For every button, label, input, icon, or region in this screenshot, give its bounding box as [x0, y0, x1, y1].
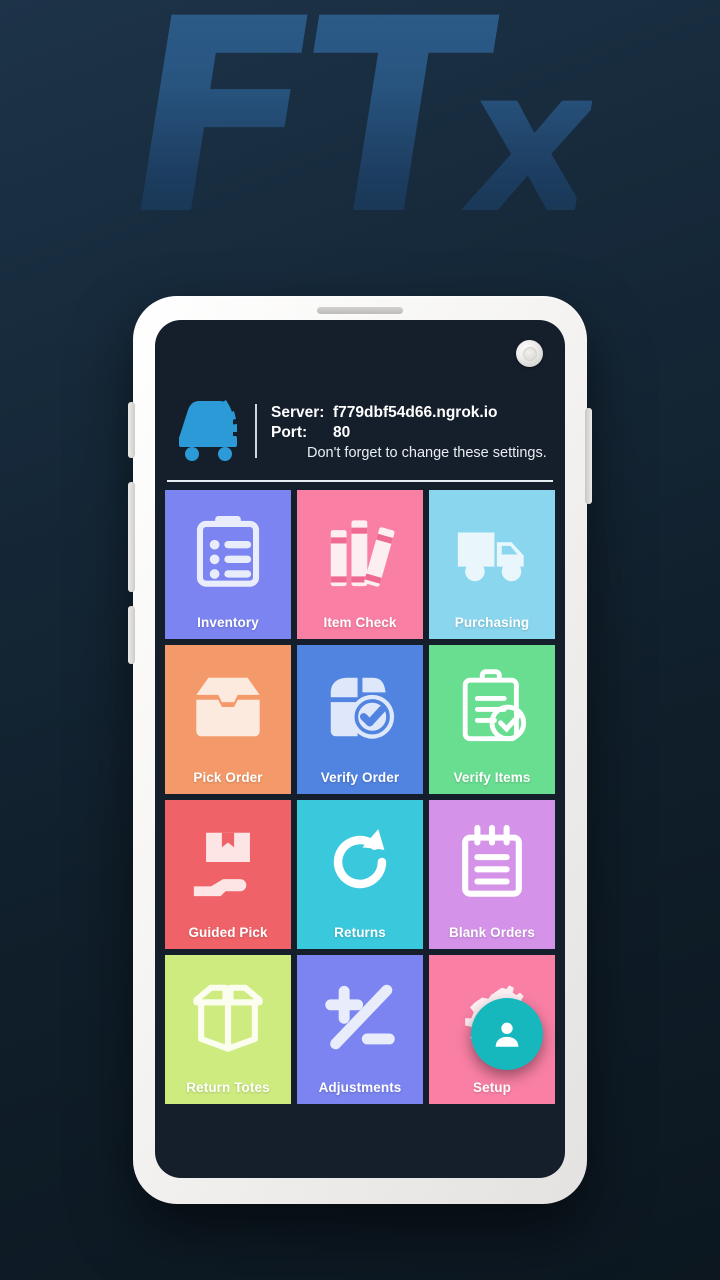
ftx-warehouse-forklift-logo	[169, 398, 251, 464]
open-carton-icon	[165, 955, 291, 1078]
server-value: f779dbf54d66.ngrok.io	[333, 403, 498, 421]
tile-label: Returns	[334, 925, 386, 940]
server-info-block: Server: f779dbf54d66.ngrok.io Port: 80 D…	[271, 401, 551, 462]
front-camera-icon	[516, 340, 543, 367]
notepad-lines-icon	[429, 800, 555, 923]
phone-screen: Server: f779dbf54d66.ngrok.io Port: 80 D…	[155, 320, 565, 1178]
tile-verify-order[interactable]: Verify Order	[297, 645, 423, 794]
tile-label: Return Totes	[186, 1080, 270, 1095]
open-box-icon	[165, 645, 291, 768]
tile-label: Blank Orders	[449, 925, 535, 940]
tile-returns[interactable]: Returns	[297, 800, 423, 949]
server-row: Server: f779dbf54d66.ngrok.io	[271, 403, 551, 423]
tile-label: Setup	[472, 1080, 511, 1095]
tile-verify-items[interactable]: Verify Items	[429, 645, 555, 794]
user-account-icon	[495, 1022, 519, 1047]
app-header: Server: f779dbf54d66.ngrok.io Port: 80 D…	[155, 320, 565, 464]
tile-label: Pick Order	[193, 770, 263, 785]
plus-minus-icon	[297, 955, 423, 1078]
settings-reminder-note: Don't forget to change these settings.	[307, 445, 547, 462]
tile-label: Guided Pick	[188, 925, 268, 940]
power-button[interactable]	[585, 408, 592, 504]
tile-pick-order[interactable]: Pick Order	[165, 645, 291, 794]
volume-down-button[interactable]	[128, 482, 135, 592]
hand-box-icon	[165, 800, 291, 923]
tile-return-totes[interactable]: Return Totes	[165, 955, 291, 1104]
port-row: Port: 80	[271, 423, 551, 443]
earpiece-speaker	[317, 307, 403, 314]
box-check-icon	[297, 645, 423, 768]
delivery-truck-icon	[429, 490, 555, 613]
volume-up-button[interactable]	[128, 402, 135, 458]
user-account-fab[interactable]	[471, 998, 543, 1070]
tile-inventory[interactable]: Inventory	[165, 490, 291, 639]
bixby-button[interactable]	[128, 606, 135, 664]
tile-label: Purchasing	[454, 615, 530, 630]
clipboard-check-icon	[429, 645, 555, 768]
tile-label: Verify Items	[453, 770, 531, 785]
tile-adjustments[interactable]: Adjustments	[297, 955, 423, 1104]
phone-device-mockup: Server: f779dbf54d66.ngrok.io Port: 80 D…	[128, 296, 592, 1204]
tile-label: Verify Order	[320, 770, 400, 785]
port-value: 80	[333, 424, 351, 441]
books-shelf-icon	[297, 490, 423, 613]
tile-label: Inventory	[197, 615, 259, 630]
watermark-main-text: FT	[105, 0, 498, 274]
tile-blank-orders[interactable]: Blank Orders	[429, 800, 555, 949]
tile-label: Adjustments	[318, 1080, 402, 1095]
brand-watermark: FTx	[109, 0, 610, 252]
port-label: Port:	[271, 424, 308, 441]
server-label: Server:	[271, 403, 325, 421]
tile-label: Item Check	[323, 615, 397, 630]
tile-guided-pick[interactable]: Guided Pick	[165, 800, 291, 949]
header-divider-vertical	[255, 404, 257, 458]
tile-purchasing[interactable]: Purchasing	[429, 490, 555, 639]
refresh-arrow-icon	[297, 800, 423, 923]
tile-item-check[interactable]: Item Check	[297, 490, 423, 639]
clipboard-list-icon	[165, 490, 291, 613]
